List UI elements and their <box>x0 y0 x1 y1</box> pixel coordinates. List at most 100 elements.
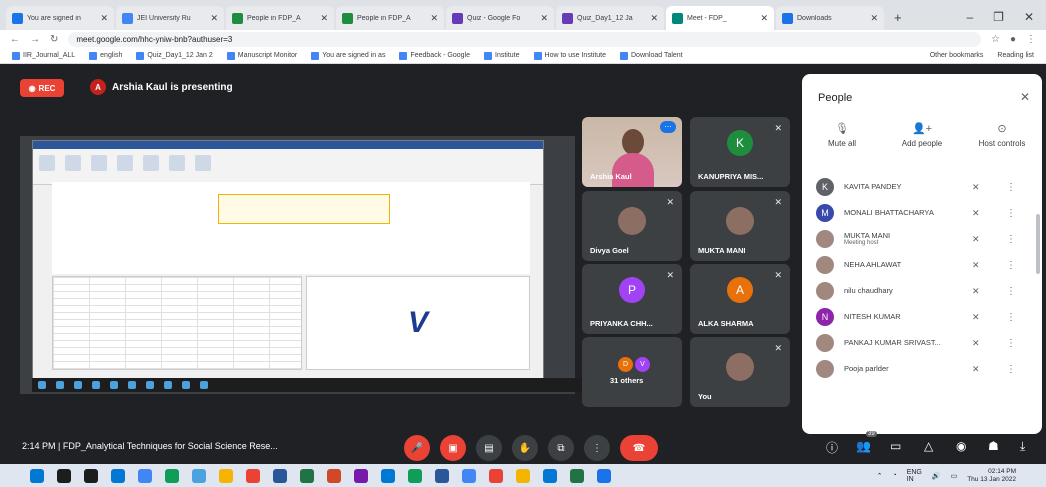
taskbar-app-icon[interactable] <box>246 468 260 483</box>
participant-tile[interactable]: ✕ You <box>690 337 790 407</box>
taskbar-app-icon[interactable] <box>30 468 44 483</box>
menu-icon[interactable]: ⋮ <box>1026 34 1036 45</box>
taskbar-app-icon[interactable] <box>462 468 476 483</box>
taskbar-app-icon[interactable] <box>273 468 287 483</box>
more-options-button[interactable]: ⋮ <box>584 435 610 461</box>
bookmark-item[interactable]: Manuscript Monitor <box>226 51 297 60</box>
people-icon[interactable]: 👥 <box>856 439 871 453</box>
taskbar-app-icon[interactable] <box>219 468 233 483</box>
host-shield-icon[interactable]: ◉ <box>956 439 966 453</box>
back-icon[interactable]: ← <box>10 34 20 45</box>
network-icon[interactable]: ◔ <box>892 472 896 479</box>
activities-icon[interactable]: △ <box>924 439 933 453</box>
browser-tab[interactable]: JEI University Ru ✕ <box>116 6 224 30</box>
close-icon[interactable]: ✕ <box>1020 90 1030 104</box>
participant-tile[interactable]: A ✕ ALKA SHARMA <box>690 264 790 334</box>
close-icon[interactable]: ✕ <box>430 13 438 24</box>
taskbar-app-icon[interactable] <box>192 468 206 483</box>
close-icon[interactable]: ✕ <box>100 13 108 24</box>
participant-row[interactable]: MUKTA MANI Meeting host ✕ ⋮ <box>802 226 1030 252</box>
chat-icon[interactable]: ▭ <box>890 439 901 453</box>
captions-button[interactable]: ▤ <box>476 435 502 461</box>
participant-row[interactable]: NEHA AHLAWAT ✕ ⋮ <box>802 252 1030 278</box>
close-icon[interactable]: ✕ <box>320 13 328 24</box>
browser-tab[interactable]: People in FDP_A ✕ <box>226 6 334 30</box>
taskbar-app-icon[interactable] <box>489 468 503 483</box>
taskbar-app-icon[interactable] <box>111 468 125 483</box>
clock[interactable]: 02:14 PM Thu 13 Jan 2022 <box>967 468 1016 482</box>
taskbar-app-icon[interactable] <box>435 468 449 483</box>
close-icon[interactable]: ✕ <box>760 13 768 24</box>
mic-off-icon[interactable]: ✕ <box>972 286 980 297</box>
info-icon[interactable]: ⓘ <box>826 439 838 456</box>
close-icon[interactable]: ✕ <box>1024 10 1034 24</box>
taskbar-app-icon[interactable] <box>381 468 395 483</box>
reload-icon[interactable]: ↻ <box>50 34 58 45</box>
lock-icon[interactable]: ☗ <box>988 439 999 453</box>
close-icon[interactable]: ✕ <box>650 13 658 24</box>
close-icon[interactable]: ✕ <box>210 13 218 24</box>
more-vert-icon[interactable]: ⋮ <box>1006 312 1016 323</box>
participant-tile[interactable]: ✕ Divya Goel <box>582 191 682 261</box>
pin-icon[interactable]: ⋯ <box>660 121 676 133</box>
close-icon[interactable]: ✕ <box>540 13 548 24</box>
restore-icon[interactable]: ❐ <box>993 10 1004 24</box>
minimize-icon[interactable]: – <box>966 10 973 24</box>
mic-off-icon[interactable]: ✕ <box>972 364 980 375</box>
browser-tab[interactable]: You are signed in ✕ <box>6 6 114 30</box>
volume-icon[interactable]: 🔊 <box>932 472 941 480</box>
scrollbar[interactable] <box>1036 214 1040 274</box>
mic-off-icon[interactable]: ✕ <box>972 260 980 271</box>
taskbar-app-icon[interactable] <box>300 468 314 483</box>
mic-button[interactable]: 🎤 <box>404 435 430 461</box>
taskbar-app-icon[interactable] <box>516 468 530 483</box>
camera-button[interactable]: ▣ <box>440 435 466 461</box>
forward-icon[interactable]: → <box>30 34 40 45</box>
participant-tile[interactable]: ⋯ Arshia Kaul <box>582 117 682 187</box>
taskbar-app-icon[interactable] <box>57 468 71 483</box>
present-button[interactable]: ⧉ <box>548 435 574 461</box>
bookmark-folder[interactable]: Other bookmarks <box>930 52 984 59</box>
url-field[interactable]: meet.google.com/hhc-yniw-bnb?authuser=3 <box>68 31 981 47</box>
taskbar-app-icon[interactable] <box>543 468 557 483</box>
mic-off-icon[interactable]: ✕ <box>972 312 980 323</box>
browser-tab[interactable]: Quiz_Day1_12 Ja ✕ <box>556 6 664 30</box>
add-people-button[interactable]: 👤+ Add people <box>882 122 962 148</box>
taskbar-app-icon[interactable] <box>570 468 584 483</box>
participant-row[interactable]: PANKAJ KUMAR SRIVAST... ✕ ⋮ <box>802 330 1030 356</box>
participant-tile[interactable]: D V 31 others <box>582 337 682 407</box>
more-vert-icon[interactable]: ⋮ <box>1006 364 1016 375</box>
taskbar-app-icon[interactable] <box>408 468 422 483</box>
language[interactable]: ENG IN <box>907 469 922 483</box>
mic-off-icon[interactable]: ✕ <box>972 182 980 193</box>
taskbar-app-icon[interactable] <box>84 468 98 483</box>
mute-all-button[interactable]: 🎙 Mute all <box>802 122 882 148</box>
more-vert-icon[interactable]: ⋮ <box>1006 338 1016 349</box>
bookmark-item[interactable]: english <box>89 51 122 60</box>
browser-tab[interactable]: People in FDP_A ✕ <box>336 6 444 30</box>
bookmark-item[interactable]: Feedback - Google <box>399 51 470 60</box>
star-icon[interactable]: ☆ <box>991 34 1000 45</box>
taskbar-app-icon[interactable] <box>354 468 368 483</box>
taskbar-app-icon[interactable] <box>597 468 611 483</box>
bookmark-item[interactable]: Institute <box>484 51 520 60</box>
browser-tab[interactable]: Downloads ✕ <box>776 6 884 30</box>
bookmark-item[interactable]: How to use Institute <box>533 51 606 60</box>
participant-row[interactable]: N NITESH KUMAR ✕ ⋮ <box>802 304 1030 330</box>
bookmark-item[interactable]: You are signed in as <box>311 51 385 60</box>
bookmark-item[interactable]: IIR_Journal_ALL <box>12 51 75 60</box>
more-vert-icon[interactable]: ⋮ <box>1006 182 1016 193</box>
new-tab-icon[interactable]: + <box>886 10 910 30</box>
taskbar-app-icon[interactable] <box>165 468 179 483</box>
bookmark-item[interactable]: Quiz_Day1_12 Jan 2 <box>136 51 213 60</box>
mic-off-icon[interactable]: ✕ <box>972 234 980 245</box>
browser-tab[interactable]: Meet - FDP_ ✕ <box>666 6 774 30</box>
bookmark-folder[interactable]: Reading list <box>997 52 1034 59</box>
more-vert-icon[interactable]: ⋮ <box>1006 260 1016 271</box>
mic-off-icon[interactable]: ✕ <box>972 208 980 219</box>
download-icon[interactable]: ⤓ <box>1020 439 1025 454</box>
taskbar-app-icon[interactable] <box>327 468 341 483</box>
leave-call-button[interactable]: ☎ <box>620 435 658 461</box>
profile-icon[interactable]: ● <box>1010 34 1016 45</box>
battery-icon[interactable]: ▭ <box>951 472 958 480</box>
